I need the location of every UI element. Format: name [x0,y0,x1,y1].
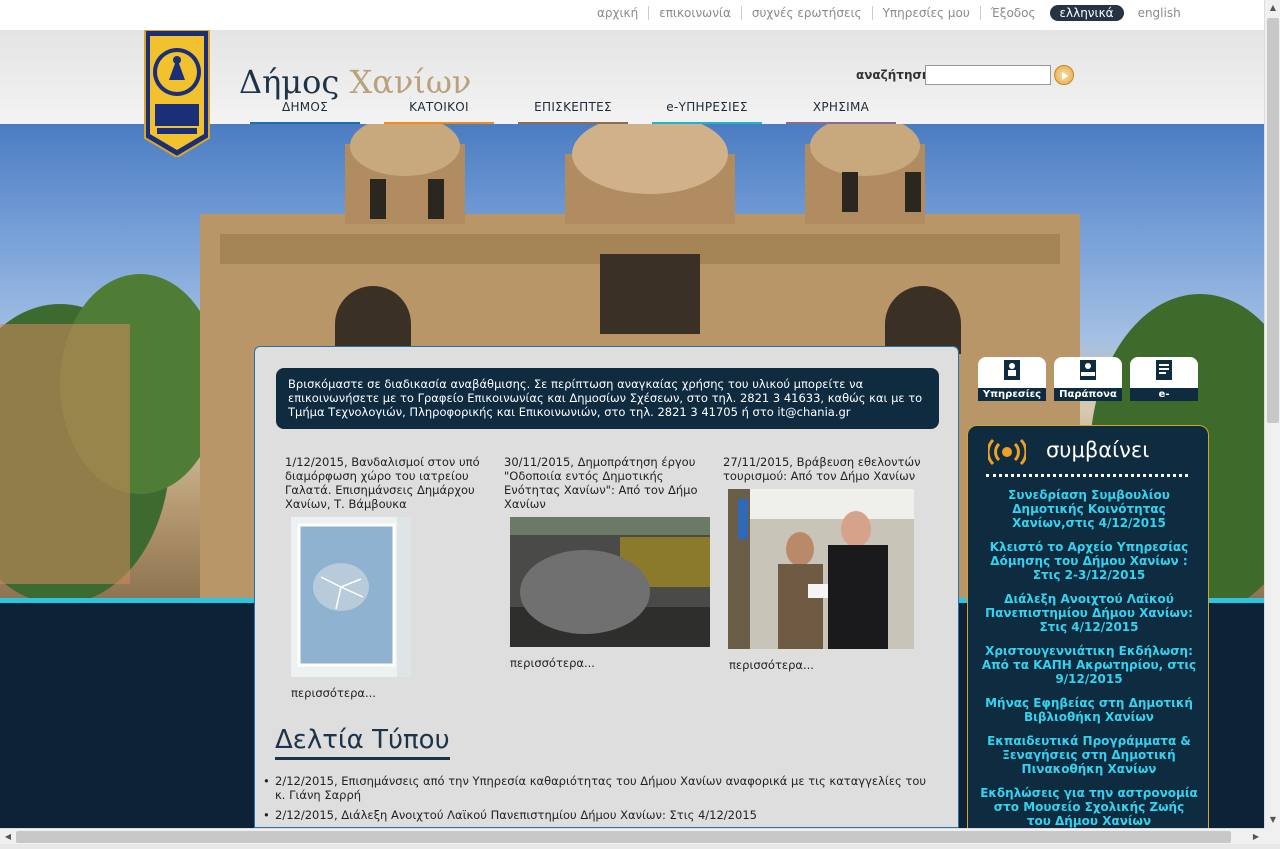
site-title[interactable]: Δήμος Χανίων [239,63,471,101]
language-english[interactable]: english [1128,6,1191,20]
events-list: Συνεδρίαση Συμβουλίου Δημοτικής Κοινότητ… [980,488,1198,829]
news-image[interactable] [728,489,928,652]
news-more-link[interactable]: περισσότερα... [729,658,928,672]
scroll-left-icon[interactable]: ◀ [0,829,16,845]
nav-episkeptes[interactable]: ΕΠΙΣΚΕΠΤΕΣ [518,100,628,126]
main-content-panel: Βρισκόμαστε σε διαδικασία αναβάθμισης. Σ… [254,346,959,828]
site-title-part1: Δήμος [239,63,350,101]
scroll-up-icon[interactable]: ▲ [1265,0,1280,16]
quick-complaints-label: Παράπονα [1054,388,1122,401]
horizontal-scrollbar[interactable]: ◀ ▶ [0,828,1264,844]
news-text[interactable]: 30/11/2015, Δημοπράτηση έργου "Οδοποιία … [504,455,709,511]
dotted-divider [986,474,1188,477]
language-greek[interactable]: ελληνικά [1049,5,1124,21]
news-item: 1/12/2015, Βανδαλισμοί στον υπό διαμόρφω… [285,455,490,700]
link-home[interactable]: αρχική [587,6,650,20]
press-releases-list: 2/12/2015, Επισημάνσεις από την Υπηρεσία… [263,774,935,827]
nav-e-services-label: e-ΥΠΗΡΕΣΙΕΣ [666,100,748,114]
quick-services-label: Υπηρεσίες [978,388,1046,401]
volunteers-award-photo [728,489,914,649]
news-image[interactable] [510,517,710,650]
events-panel-title: συμβαίνει [1046,438,1150,462]
news-more-link[interactable]: περισσότερα... [291,686,490,700]
news-item: 27/11/2015, Βράβευση εθελοντών τουρισμού… [723,455,928,672]
scroll-down-icon[interactable]: ▼ [1265,812,1280,828]
top-utility-bar: αρχική επικοινωνία συχνές ερωτήσεις Υπηρ… [0,0,1264,30]
news-text[interactable]: 1/12/2015, Βανδαλισμοί στον υπό διαμόρφω… [285,455,490,511]
search-button[interactable] [1054,65,1074,85]
event-item[interactable]: Εκπαιδευτικά Προγράμματα & Ξεναγήσεις στ… [980,734,1198,776]
link-faq[interactable]: συχνές ερωτήσεις [742,6,873,20]
nav-e-services[interactable]: e-ΥΠΗΡΕΣΙΕΣ [652,100,762,126]
link-contact[interactable]: επικοινωνία [649,6,742,20]
document-icon [1154,360,1174,382]
event-item[interactable]: Χριστουγεννιάτικη Εκδήλωση: Από τα ΚΑΠΗ … [980,644,1198,686]
news-image[interactable] [291,517,490,680]
event-item[interactable]: Διάλεξη Ανοιχτού Λαϊκού Πανεπιστημίου Δή… [980,592,1198,634]
vertical-scrollbar[interactable]: ▲ ▼ [1264,0,1280,828]
quick-e-service-label: e-εξυπηρέτηση [1130,388,1198,401]
upgrade-notice: Βρισκόμαστε σε διαδικασία αναβάθμισης. Σ… [276,368,939,429]
quick-services-button[interactable]: Υπηρεσίες [978,357,1046,401]
arrow-right-icon [1062,72,1068,80]
nav-katoikoi-label: ΚΑΤΟΙΚΟΙ [409,100,469,114]
search-input[interactable] [925,65,1051,85]
complaint-desk-icon [1078,360,1098,382]
quick-complaints-button[interactable]: Παράπονα [1054,357,1122,401]
search-label: αναζήτηση [856,68,931,82]
press-release-item[interactable]: 2/12/2015, Επισημάνσεις από την Υπηρεσία… [263,774,935,802]
person-desk-icon [1002,360,1022,382]
event-item[interactable]: Συνεδρίαση Συμβουλίου Δημοτικής Κοινότητ… [980,488,1198,530]
events-panel: συμβαίνει Συνεδρίαση Συμβουλίου Δημοτική… [967,425,1209,830]
nav-xrisima[interactable]: ΧΡΗΣΙΜΑ [786,100,896,126]
event-item[interactable]: Εκδηλώσεις για την αστρονομία στο Μουσεί… [980,786,1198,828]
nav-episkeptes-label: ΕΠΙΣΚΕΠΤΕΣ [534,100,612,114]
event-item[interactable]: Μήνας Εφηβείας στη Δημοτική Βιβλιοθήκη Χ… [980,696,1198,724]
nav-xrisima-label: ΧΡΗΣΙΜΑ [812,100,870,114]
scrollbar-corner [1264,828,1280,844]
quick-e-service-button[interactable]: e-εξυπηρέτηση [1130,357,1198,401]
press-release-item[interactable]: 2/12/2015, Διάλεξη Ανοιχτού Λαϊκού Πανεπ… [263,808,935,822]
municipality-logo[interactable] [143,29,211,159]
road-roller-photo [510,517,710,647]
status-bar [0,844,1280,849]
news-text[interactable]: 27/11/2015, Βράβευση εθελοντών τουρισμού… [723,455,928,483]
broken-glass-door-photo [291,517,411,677]
nav-katoikoi[interactable]: ΚΑΤΟΙΚΟΙ [384,100,494,126]
horizontal-scroll-thumb[interactable] [16,831,1231,843]
news-more-link[interactable]: περισσότερα... [510,656,710,670]
broadcast-icon [988,438,1026,466]
crest-logo-icon [144,29,210,159]
nav-dimos[interactable]: ΔΗΜΟΣ [250,100,360,126]
site-title-part2: Χανίων [349,63,472,101]
link-my-services[interactable]: Υπηρεσίες μου [873,6,981,20]
event-item[interactable]: Κλειστό το Αρχείο Υπηρεσίας Δόμησης του … [980,540,1198,582]
vertical-scroll-thumb[interactable] [1267,18,1279,423]
news-item: 30/11/2015, Δημοπράτηση έργου "Οδοποιία … [504,455,710,670]
scroll-right-icon[interactable]: ▶ [1248,829,1264,845]
top-links: αρχική επικοινωνία συχνές ερωτήσεις Υπηρ… [587,5,1191,21]
link-logout[interactable]: Έξοδος [981,6,1046,20]
nav-dimos-label: ΔΗΜΟΣ [281,100,329,114]
press-releases-title: Δελτία Τύπου [275,725,450,760]
